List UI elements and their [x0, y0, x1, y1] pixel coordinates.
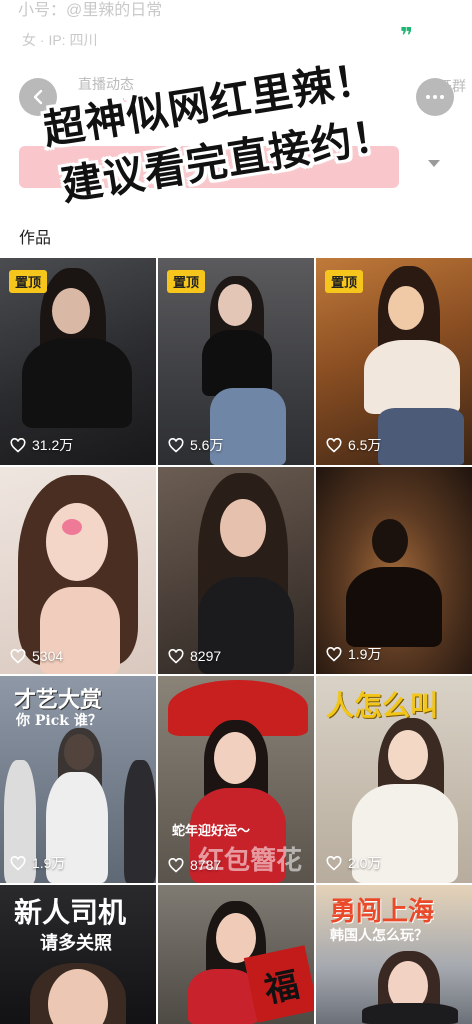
profile-meta: 女 · IP: 四川	[22, 30, 97, 50]
cover-title: 勇闯上海	[330, 897, 435, 927]
works-grid: 置顶 31.2万 置顶 5.6万 置顶 6.5万 5304 8297 1.9万 …	[0, 258, 472, 1024]
video-thumbnail[interactable]: 蛇年迎好运～ 红包簪花 8787	[158, 676, 314, 883]
like-count: 1.9万	[326, 644, 381, 664]
heart-outline-icon	[10, 648, 26, 664]
video-thumbnail[interactable]: 福	[158, 885, 314, 1024]
video-thumbnail[interactable]: 新人司机 请多关照	[0, 885, 156, 1024]
follow-button[interactable]	[19, 146, 399, 188]
pinned-badge: 置顶	[325, 270, 364, 293]
heart-outline-icon	[168, 437, 184, 453]
cover-subtitle: 请多关照	[40, 933, 112, 954]
cover-subtitle: 韩国人怎么玩？	[330, 928, 428, 944]
like-count: 2.0万	[326, 853, 381, 873]
back-button[interactable]	[19, 78, 57, 116]
pinned-badge: 置顶	[9, 270, 48, 293]
heart-outline-icon	[326, 646, 342, 662]
video-thumbnail[interactable]: 8297	[158, 467, 314, 674]
cover-subtitle: 蛇年迎好运～	[172, 824, 251, 839]
like-count: 6.5万	[326, 435, 381, 455]
video-thumbnail[interactable]: 人怎么叫 2.0万	[316, 676, 472, 883]
video-thumbnail[interactable]: 置顶 5.6万	[158, 258, 314, 465]
chevron-left-icon	[33, 89, 43, 105]
video-thumbnail[interactable]: 置顶 31.2万	[0, 258, 156, 465]
dropdown-icon[interactable]	[428, 160, 440, 167]
more-dots-icon	[426, 95, 430, 99]
profile-header: 小号：@里辣的日常 女 · IP: 四川 ❞ 直播动态 +关注 开群 作品	[0, 0, 472, 258]
like-count: 5.6万	[168, 435, 223, 455]
like-count: 1.9万	[10, 853, 65, 873]
like-count: 8297	[168, 648, 221, 664]
heart-outline-icon	[10, 855, 26, 871]
cover-title: 新人司机	[14, 896, 127, 929]
follow-mini-button[interactable]: +关注	[120, 92, 151, 109]
more-button[interactable]	[416, 78, 454, 116]
video-thumbnail[interactable]: 勇闯上海 韩国人怎么玩？	[316, 885, 472, 1024]
video-thumbnail[interactable]: 才艺大赏 你 Pick 谁？ 1.9万	[0, 676, 156, 883]
cover-subtitle: 你 Pick 谁？	[16, 713, 102, 729]
tab-works[interactable]: 作品	[19, 224, 51, 248]
like-count: 31.2万	[10, 435, 73, 455]
cover-title: 福	[260, 964, 303, 1011]
gender-location: 女 · IP: 四川	[22, 32, 98, 48]
heart-outline-icon	[326, 855, 342, 871]
video-thumbnail[interactable]: 1.9万	[316, 467, 472, 674]
like-count: 8787	[168, 857, 221, 873]
live-tab[interactable]: 直播动态	[78, 74, 134, 94]
heart-outline-icon	[168, 857, 184, 873]
heart-outline-icon	[10, 437, 26, 453]
quote-icon: ❞	[400, 23, 413, 48]
cover-title: 人怎么叫	[326, 689, 439, 722]
like-count: 5304	[10, 648, 63, 664]
heart-outline-icon	[326, 437, 342, 453]
profile-username: 小号：@里辣的日常	[18, 2, 163, 19]
pinned-badge: 置顶	[167, 270, 206, 293]
video-thumbnail[interactable]: 置顶 6.5万	[316, 258, 472, 465]
video-thumbnail[interactable]: 5304	[0, 467, 156, 674]
heart-outline-icon	[168, 648, 184, 664]
